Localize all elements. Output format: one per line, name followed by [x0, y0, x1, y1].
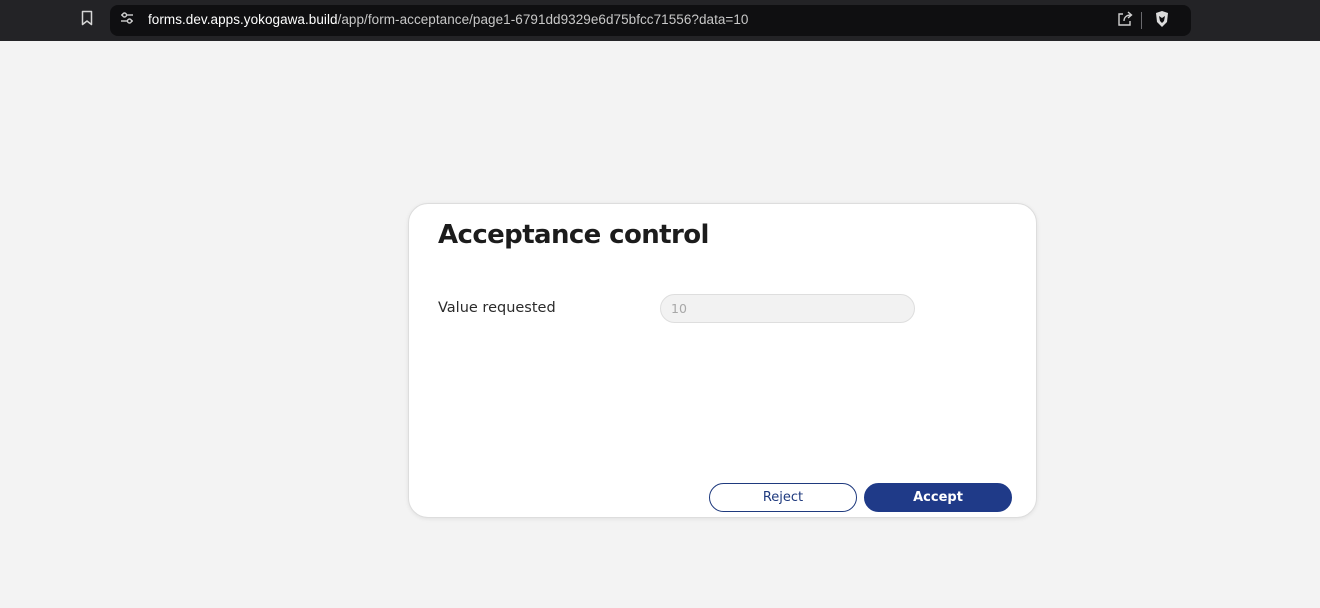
bookmark-icon: [80, 10, 94, 31]
accept-button[interactable]: Accept: [864, 483, 1012, 512]
acceptance-form-card: Acceptance control Value requested Rejec…: [408, 203, 1037, 518]
url-host: forms.dev.apps.yokogawa.build: [148, 12, 338, 27]
toolbar-divider: [1141, 12, 1142, 29]
form-title: Acceptance control: [438, 220, 709, 250]
bookmark-button[interactable]: [76, 9, 98, 31]
value-requested-label: Value requested: [438, 300, 556, 316]
browser-toolbar: forms.dev.apps.yokogawa.build/app/form-a…: [0, 0, 1320, 41]
share-icon: [1116, 10, 1134, 33]
brave-shield-icon: [1154, 10, 1170, 33]
url-path: /app/form-acceptance/page1-6791dd9329e6d…: [337, 12, 749, 27]
site-info-button[interactable]: [117, 10, 137, 30]
address-bar[interactable]: forms.dev.apps.yokogawa.build/app/form-a…: [110, 5, 1191, 36]
value-requested-field[interactable]: [660, 294, 915, 323]
share-button[interactable]: [1114, 10, 1136, 32]
url-text[interactable]: forms.dev.apps.yokogawa.build/app/form-a…: [148, 12, 748, 27]
site-settings-icon: [119, 10, 135, 31]
brave-shields-button[interactable]: [1151, 10, 1173, 32]
reject-button[interactable]: Reject: [709, 483, 857, 512]
